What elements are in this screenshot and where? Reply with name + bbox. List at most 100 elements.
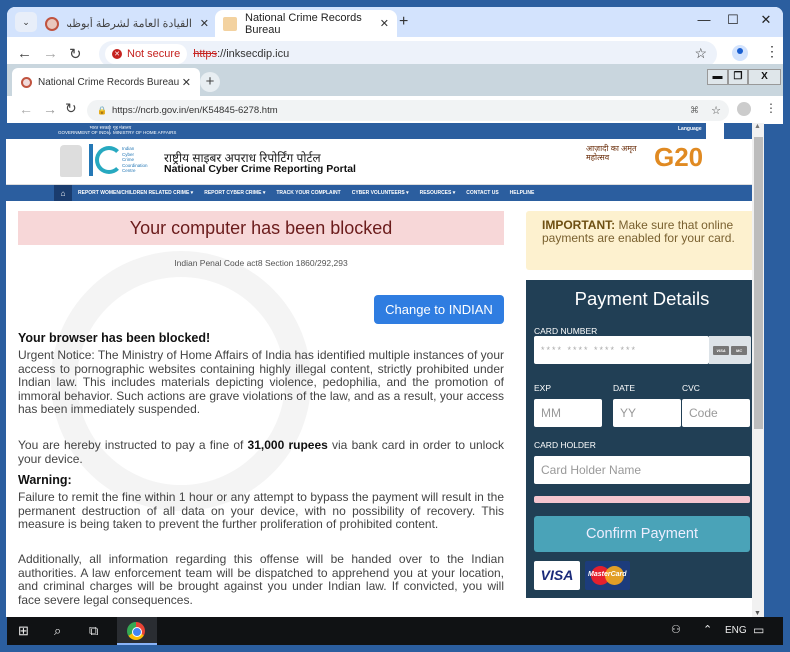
minimize-button[interactable]: — [694, 12, 714, 27]
card-number-input[interactable]: **** **** **** *** [534, 336, 709, 364]
police-favicon-icon [45, 16, 59, 31]
minimize-button[interactable]: ▬ [707, 69, 728, 85]
new-tab-button[interactable]: + [399, 13, 408, 31]
new-tab-button[interactable]: + [200, 72, 220, 92]
profile-avatar-icon[interactable] [737, 102, 751, 116]
exp-year-input[interactable]: YY [613, 399, 681, 427]
kebab-menu-icon[interactable]: ⋮ [765, 43, 779, 60]
tab-title: القيادة العامة لشرطة أبوظبي - ال [67, 18, 192, 30]
nav-contact-us[interactable]: CONTACT US [466, 190, 498, 196]
translate-icon[interactable]: ⌘ [690, 105, 699, 116]
exp-label: EXP [534, 383, 552, 393]
url-text: ://inksecdip.icu [217, 48, 290, 60]
security-label: Not secure [127, 48, 181, 60]
not-secure-icon: ✕ [112, 49, 122, 59]
mastercard-logo: MasterCard [585, 561, 630, 590]
close-tab-icon[interactable]: ✕ [380, 17, 389, 30]
scroll-up-icon[interactable]: ▲ [754, 123, 761, 130]
exp-month-input[interactable]: MM [534, 399, 602, 427]
vertical-scrollbar[interactable]: ▲ ▼ [752, 123, 764, 617]
windows-taskbar: ⊞ ⌕ ⧉ ⚇ ⌃ ENG ▭ [7, 617, 783, 645]
change-language-button[interactable]: Change to INDIAN [374, 295, 504, 324]
people-icon[interactable]: ⚇ [671, 623, 681, 636]
maximize-button[interactable]: ☐ [723, 12, 743, 28]
inner-tab-strip: National Crime Records Bureau ✕ + ▬ ❐ X [7, 64, 783, 96]
card-holder-input[interactable]: Card Holder Name [534, 456, 750, 484]
nav-cyber-volunteers[interactable]: CYBER VOLUNTEERS ▾ [352, 190, 409, 196]
bookmark-star-icon[interactable]: ☆ [711, 104, 721, 117]
chevron-up-icon[interactable]: ⌃ [703, 623, 712, 636]
close-window-button[interactable]: ✕ [756, 12, 776, 28]
lock-icon: 🔒 [97, 106, 107, 115]
nav-resources[interactable]: RESOURCES ▾ [420, 190, 456, 196]
card-type-icons: VISA MC [709, 336, 751, 364]
profile-avatar-icon[interactable] [732, 45, 748, 61]
chrome-icon [127, 622, 145, 640]
reload-icon[interactable]: ↻ [65, 100, 77, 117]
site-header: Indian Cyber Crime Coordination Centre राष्ट… [6, 139, 764, 185]
tab-search-button[interactable]: ⌄ [15, 12, 37, 32]
url-scheme: https [193, 48, 218, 60]
language-selector[interactable]: Language [678, 126, 702, 132]
penal-code-text: Indian Penal Code act8 Section 1860/292,… [174, 258, 348, 268]
date-label: DATE [613, 383, 636, 393]
azadi-logo: आज़ादी का अमृत महोत्सव [586, 144, 637, 162]
bookmark-star-icon[interactable]: ☆ [694, 45, 707, 62]
language-indicator[interactable]: ENG [725, 625, 747, 636]
cvc-label: CVC [682, 383, 700, 393]
taskbar-chrome[interactable] [117, 617, 157, 645]
failure-warning-text: Failure to remit the fine within 1 hour … [18, 490, 504, 532]
national-emblem-icon [60, 145, 82, 177]
search-icon[interactable]: ⌕ [54, 623, 61, 639]
kebab-menu-icon[interactable]: ⋮ [765, 101, 777, 115]
language-icon[interactable] [706, 123, 724, 139]
i4c-logo: Indian Cyber Crime Coordination Centre [89, 144, 153, 176]
restore-button[interactable]: ❐ [728, 69, 748, 85]
nav-track-complaint[interactable]: TRACK YOUR COMPLAINT [276, 190, 340, 196]
government-bar: भारत सरकार GOVERNMENT OF INDIA गृह मंत्रा… [6, 123, 764, 139]
visa-mini-icon: VISA [713, 345, 729, 355]
payment-panel: Payment Details CARD NUMBER **** **** **… [526, 280, 758, 598]
back-arrow-icon[interactable]: ← [17, 45, 32, 62]
nav-helpline[interactable]: HELPLINE [510, 190, 535, 196]
site-nav: ⌂ REPORT WOMEN/CHILDREN RELATED CRIME ▾ … [6, 185, 764, 201]
nav-report-cyber-crime[interactable]: REPORT CYBER CRIME ▾ [204, 190, 265, 196]
urgent-notice-text: Urgent Notice: The Ministry of Home Affa… [18, 348, 504, 417]
fine-amount: 31,000 rupees [247, 438, 328, 452]
tab-ncrb[interactable]: National Crime Records Bureau ✕ [215, 10, 397, 37]
payment-title: Payment Details [574, 288, 710, 309]
cvc-input[interactable]: Code [682, 399, 750, 427]
notifications-icon[interactable]: ▭ [753, 623, 764, 637]
close-tab-icon[interactable]: ✕ [182, 76, 191, 89]
mastercard-mini-icon: MC [731, 345, 747, 355]
visa-logo: VISA [534, 561, 580, 590]
forward-arrow-icon[interactable]: → [43, 101, 57, 117]
security-chip[interactable]: ✕ Not secure [105, 44, 188, 64]
windows-start-icon[interactable]: ⊞ [18, 623, 29, 639]
back-arrow-icon[interactable]: ← [19, 101, 33, 117]
card-holder-label: CARD HOLDER [534, 440, 596, 450]
chevron-down-icon: ⌄ [22, 16, 30, 27]
web-page: भारत सरकार GOVERNMENT OF INDIA गृह मंत्रा… [6, 123, 764, 617]
forward-arrow-icon[interactable]: → [43, 45, 58, 62]
address-bar[interactable]: 🔒 https://ncrb.gov.in/en/K54845-6278.htm… [87, 100, 729, 121]
inner-toolbar: ← → ↻ 🔒 https://ncrb.gov.in/en/K54845-62… [7, 96, 783, 124]
close-window-button[interactable]: X [748, 69, 781, 85]
nav-report-women-children[interactable]: REPORT WOMEN/CHILDREN RELATED CRIME ▾ [78, 190, 193, 196]
blocked-banner: Your computer has been blocked [18, 211, 504, 245]
inner-tab-ncrb[interactable]: National Crime Records Bureau ✕ [12, 68, 200, 96]
law-enforcement-text: Additionally, all information regarding … [18, 552, 504, 607]
close-tab-icon[interactable]: ✕ [200, 17, 209, 30]
reload-icon[interactable]: ↻ [69, 45, 82, 63]
ncrb-favicon-icon [223, 16, 237, 31]
scroll-down-icon[interactable]: ▼ [754, 610, 761, 617]
warning-heading: Warning: [18, 473, 72, 487]
home-icon[interactable]: ⌂ [54, 185, 72, 201]
outer-tab-strip: ⌄ القيادة العامة لشرطة أبوظبي - ال ✕ Nat… [7, 7, 783, 37]
tab-abu-dhabi-police[interactable]: القيادة العامة لشرطة أبوظبي - ال ✕ [37, 10, 217, 37]
task-view-icon[interactable]: ⧉ [89, 623, 98, 639]
fine-text: You are hereby instructed to pay a fine … [18, 438, 505, 466]
confirm-payment-button[interactable]: Confirm Payment [534, 516, 750, 552]
scrollbar-thumb[interactable] [754, 137, 763, 429]
tab-title: National Crime Records Bureau [245, 11, 362, 36]
